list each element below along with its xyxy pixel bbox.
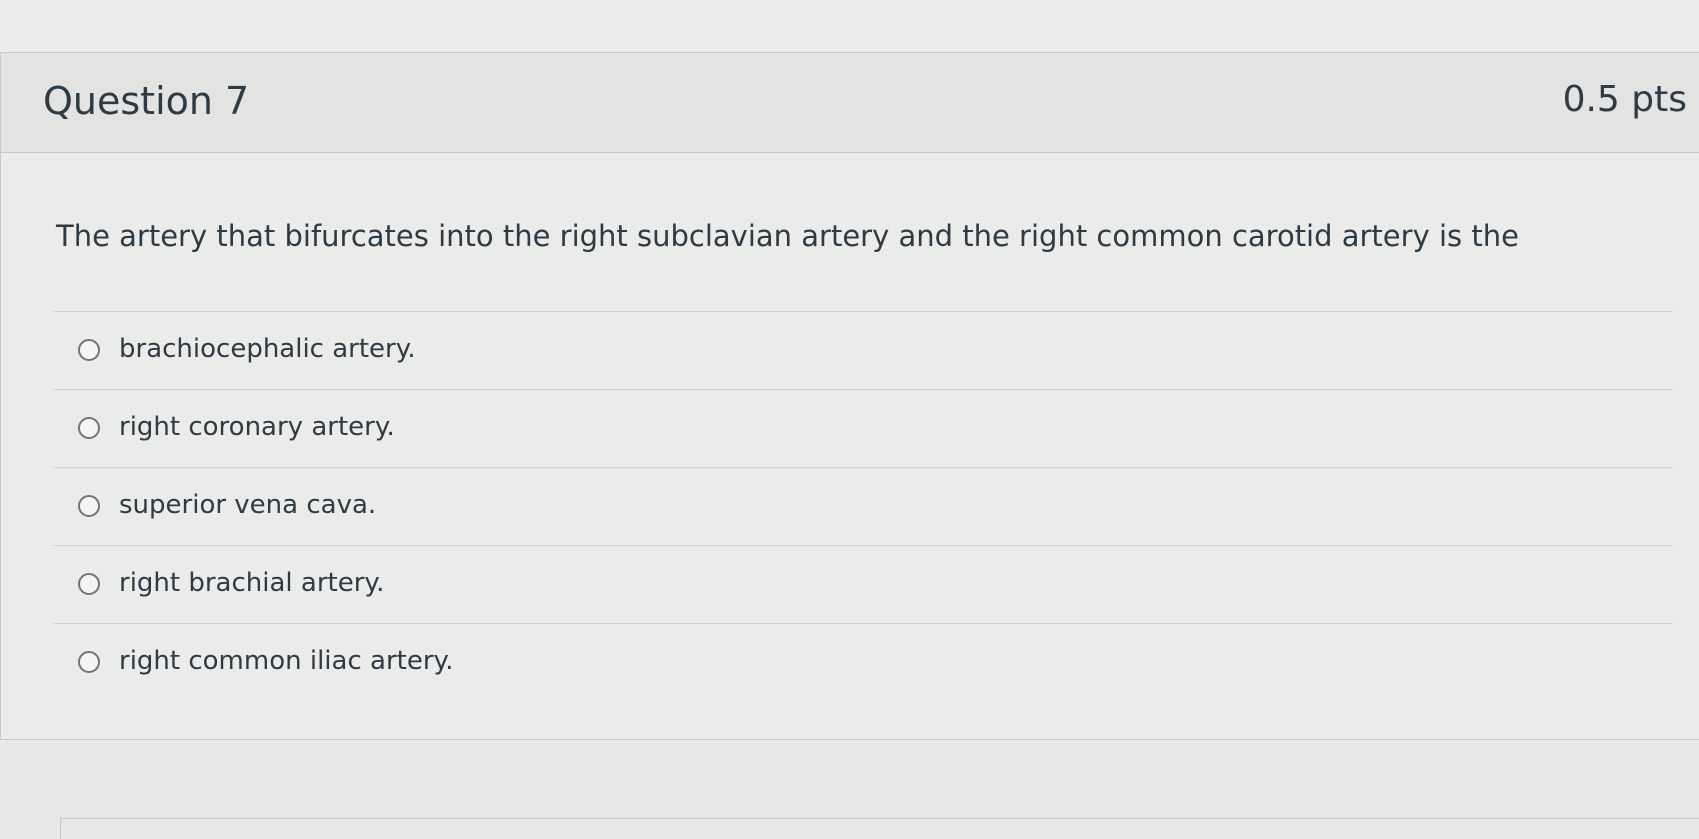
- page-top-area: [0, 0, 1699, 52]
- question-text: The artery that bifurcates into the righ…: [56, 219, 1519, 253]
- answer-option[interactable]: right coronary artery.: [53, 389, 1673, 467]
- answer-label[interactable]: right coronary artery.: [119, 412, 395, 442]
- radio-unchecked-icon[interactable]: [78, 417, 100, 439]
- answer-option[interactable]: brachiocephalic artery.: [53, 311, 1673, 389]
- question-title: Question 7: [43, 79, 250, 123]
- question-body: The artery that bifurcates into the righ…: [53, 153, 1683, 741]
- answer-label[interactable]: brachiocephalic artery.: [119, 334, 416, 364]
- question-card: Question 7 0.5 pts The artery that bifur…: [0, 52, 1699, 740]
- answer-label[interactable]: right common iliac artery.: [119, 646, 453, 676]
- answer-option[interactable]: right common iliac artery.: [53, 623, 1673, 701]
- answer-option[interactable]: right brachial artery.: [53, 545, 1673, 623]
- answer-label[interactable]: superior vena cava.: [119, 490, 376, 520]
- radio-unchecked-icon[interactable]: [78, 339, 100, 361]
- question-header: Question 7 0.5 pts: [1, 53, 1699, 153]
- radio-unchecked-icon[interactable]: [78, 573, 100, 595]
- radio-unchecked-icon[interactable]: [78, 651, 100, 673]
- radio-unchecked-icon[interactable]: [78, 495, 100, 517]
- next-question-card: [60, 818, 1699, 839]
- answer-list: brachiocephalic artery. right coronary a…: [53, 311, 1673, 701]
- answer-option[interactable]: superior vena cava.: [53, 467, 1673, 545]
- question-points: 0.5 pts: [1562, 79, 1687, 120]
- answer-label[interactable]: right brachial artery.: [119, 568, 384, 598]
